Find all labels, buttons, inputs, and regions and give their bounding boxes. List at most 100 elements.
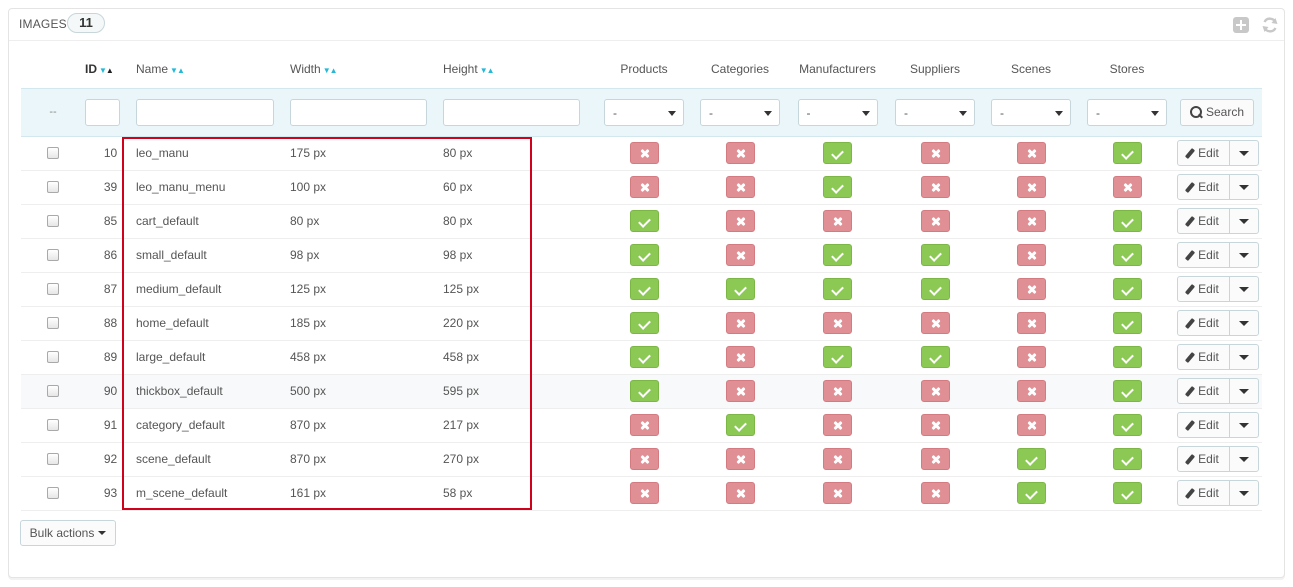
edit-button[interactable]: Edit (1178, 277, 1230, 301)
products-disabled-x-icon[interactable] (629, 482, 659, 504)
table-row[interactable]: 92 scene_default 870 px 270 px Edit (21, 442, 1262, 477)
search-button[interactable]: Search (1180, 98, 1254, 126)
row-actions-dropdown[interactable] (1230, 481, 1258, 505)
manufacturers-disabled-x-icon[interactable] (823, 380, 852, 402)
row-checkbox[interactable] (47, 453, 59, 465)
table-row[interactable]: 10 leo_manu 175 px 80 px Edit (21, 136, 1262, 171)
row-checkbox[interactable] (47, 317, 59, 329)
filter-width-input[interactable] (290, 98, 427, 126)
table-row[interactable]: 88 home_default 185 px 220 px Edit (21, 306, 1262, 341)
products-disabled-x-icon[interactable] (629, 176, 659, 198)
stores-enabled-check-icon[interactable] (1112, 346, 1142, 368)
row-checkbox[interactable] (47, 215, 59, 227)
edit-button[interactable]: Edit (1178, 413, 1230, 437)
categories-disabled-x-icon[interactable] (725, 176, 755, 198)
table-row[interactable]: 39 leo_manu_menu 100 px 60 px Edit (21, 170, 1262, 205)
row-checkbox[interactable] (47, 385, 59, 397)
sort-arrows-icon[interactable]: ▼▲ (323, 66, 338, 75)
products-enabled-check-icon[interactable] (629, 244, 659, 266)
row-actions-dropdown[interactable] (1230, 209, 1258, 233)
table-row[interactable]: 93 m_scene_default 161 px 58 px Edit (21, 476, 1262, 511)
row-actions-dropdown[interactable] (1230, 243, 1258, 267)
row-actions-dropdown[interactable] (1230, 379, 1258, 403)
stores-enabled-check-icon[interactable] (1112, 244, 1142, 266)
filter-suppliers-select[interactable]: - (895, 98, 975, 126)
row-checkbox[interactable] (47, 249, 59, 261)
categories-disabled-x-icon[interactable] (725, 312, 755, 334)
scenes-disabled-x-icon[interactable] (1016, 244, 1046, 266)
suppliers-enabled-check-icon[interactable] (920, 346, 950, 368)
row-actions-dropdown[interactable] (1230, 175, 1258, 199)
suppliers-disabled-x-icon[interactable] (920, 380, 950, 402)
row-checkbox[interactable] (47, 283, 59, 295)
categories-disabled-x-icon[interactable] (725, 448, 755, 470)
table-row[interactable]: 85 cart_default 80 px 80 px Edit (21, 204, 1262, 239)
add-new-icon[interactable] (1231, 15, 1251, 35)
sort-arrows-icon[interactable]: ▼▲ (480, 66, 495, 75)
manufacturers-enabled-check-icon[interactable] (823, 346, 852, 368)
products-enabled-check-icon[interactable] (629, 346, 659, 368)
stores-enabled-check-icon[interactable] (1112, 210, 1142, 232)
scenes-disabled-x-icon[interactable] (1016, 278, 1046, 300)
products-enabled-check-icon[interactable] (629, 210, 659, 232)
stores-enabled-check-icon[interactable] (1112, 448, 1142, 470)
products-enabled-check-icon[interactable] (629, 312, 659, 334)
filter-scenes-select[interactable]: - (991, 98, 1071, 126)
row-checkbox[interactable] (47, 147, 59, 159)
row-actions-dropdown[interactable] (1230, 345, 1258, 369)
edit-button[interactable]: Edit (1178, 209, 1230, 233)
suppliers-disabled-x-icon[interactable] (920, 176, 950, 198)
row-actions-dropdown[interactable] (1230, 447, 1258, 471)
row-actions-dropdown[interactable] (1230, 311, 1258, 335)
manufacturers-disabled-x-icon[interactable] (823, 210, 852, 232)
products-disabled-x-icon[interactable] (629, 414, 659, 436)
table-row[interactable]: 86 small_default 98 px 98 px Edit (21, 238, 1262, 273)
suppliers-disabled-x-icon[interactable] (920, 414, 950, 436)
categories-enabled-check-icon[interactable] (725, 278, 755, 300)
stores-enabled-check-icon[interactable] (1112, 312, 1142, 334)
scenes-disabled-x-icon[interactable] (1016, 210, 1046, 232)
table-row[interactable]: 89 large_default 458 px 458 px Edit (21, 340, 1262, 375)
manufacturers-enabled-check-icon[interactable] (823, 176, 852, 198)
edit-button[interactable]: Edit (1178, 447, 1230, 471)
table-row[interactable]: 87 medium_default 125 px 125 px Edit (21, 272, 1262, 307)
categories-disabled-x-icon[interactable] (725, 210, 755, 232)
edit-button[interactable]: Edit (1178, 243, 1230, 267)
filter-products-select[interactable]: - (604, 98, 684, 126)
row-checkbox[interactable] (47, 351, 59, 363)
scenes-disabled-x-icon[interactable] (1016, 380, 1046, 402)
stores-enabled-check-icon[interactable] (1112, 414, 1142, 436)
row-checkbox[interactable] (47, 181, 59, 193)
filter-height-input[interactable] (443, 98, 580, 126)
products-enabled-check-icon[interactable] (629, 278, 659, 300)
categories-enabled-check-icon[interactable] (725, 414, 755, 436)
suppliers-disabled-x-icon[interactable] (920, 448, 950, 470)
suppliers-disabled-x-icon[interactable] (920, 482, 950, 504)
scenes-disabled-x-icon[interactable] (1016, 346, 1046, 368)
stores-enabled-check-icon[interactable] (1112, 482, 1142, 504)
categories-disabled-x-icon[interactable] (725, 482, 755, 504)
manufacturers-disabled-x-icon[interactable] (823, 414, 852, 436)
stores-enabled-check-icon[interactable] (1112, 142, 1142, 164)
products-disabled-x-icon[interactable] (629, 448, 659, 470)
edit-button[interactable]: Edit (1178, 175, 1230, 199)
manufacturers-disabled-x-icon[interactable] (823, 482, 852, 504)
suppliers-disabled-x-icon[interactable] (920, 142, 950, 164)
products-enabled-check-icon[interactable] (629, 380, 659, 402)
scenes-enabled-check-icon[interactable] (1016, 482, 1046, 504)
edit-button[interactable]: Edit (1178, 481, 1230, 505)
stores-enabled-check-icon[interactable] (1112, 380, 1142, 402)
filter-id-input[interactable] (85, 98, 120, 126)
table-row[interactable]: 90 thickbox_default 500 px 595 px Edit (21, 374, 1262, 409)
sort-arrows-icon[interactable]: ▼▲ (170, 66, 185, 75)
refresh-icon[interactable] (1260, 15, 1280, 35)
suppliers-disabled-x-icon[interactable] (920, 312, 950, 334)
row-checkbox[interactable] (47, 419, 59, 431)
scenes-disabled-x-icon[interactable] (1016, 176, 1046, 198)
edit-button[interactable]: Edit (1178, 141, 1230, 165)
manufacturers-enabled-check-icon[interactable] (823, 278, 852, 300)
manufacturers-disabled-x-icon[interactable] (823, 312, 852, 334)
edit-button[interactable]: Edit (1178, 379, 1230, 403)
categories-disabled-x-icon[interactable] (725, 244, 755, 266)
suppliers-enabled-check-icon[interactable] (920, 244, 950, 266)
